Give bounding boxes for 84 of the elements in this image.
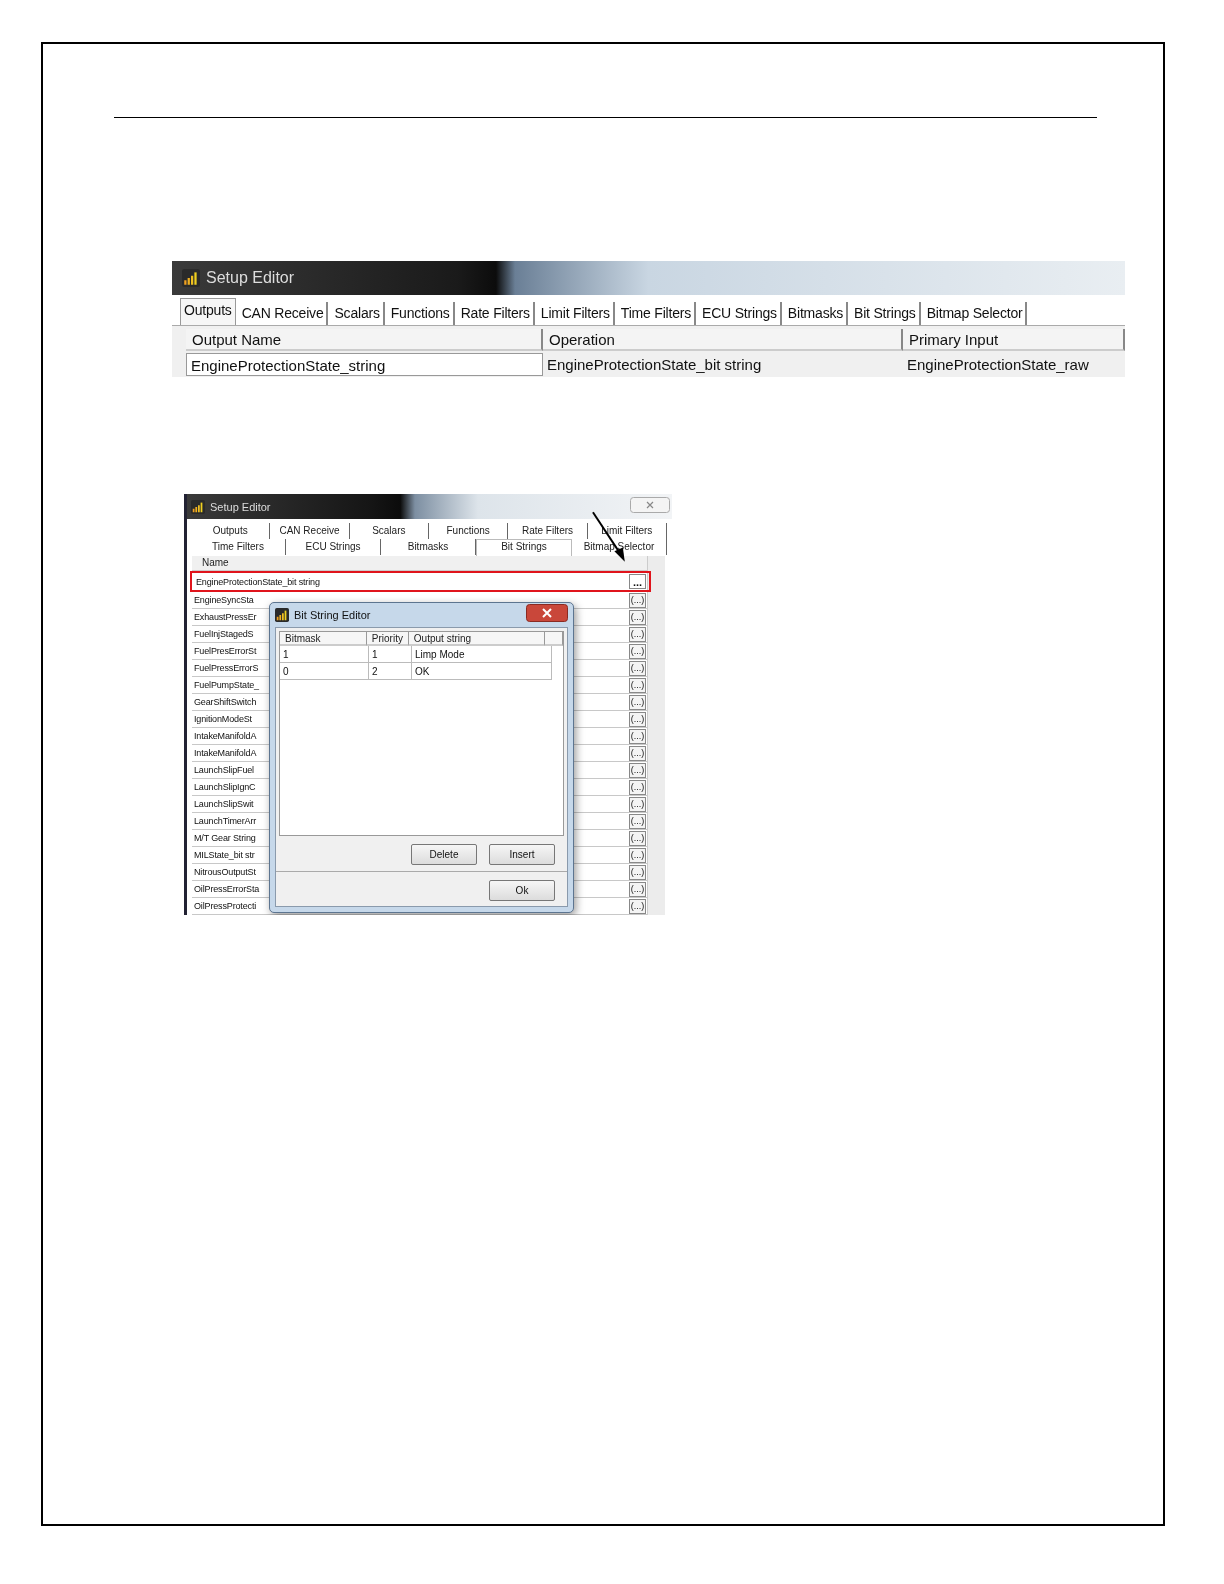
list-item[interactable]: IntakeManifoldA (192, 748, 257, 758)
tab[interactable]: Bitmasks (784, 302, 849, 325)
edit-button[interactable]: (...) (629, 745, 646, 761)
bar-chart-icon (182, 269, 200, 287)
edit-button[interactable]: (...) (629, 694, 646, 710)
list-item[interactable]: FuelPresErrorSt (192, 646, 257, 656)
column-header: Operation (543, 329, 903, 351)
edit-button[interactable]: (...) (629, 677, 646, 693)
close-icon[interactable] (526, 604, 568, 622)
column-header: Priority (366, 632, 409, 646)
edit-button[interactable]: (...) (629, 762, 646, 778)
list-item[interactable]: M/T Gear String (192, 833, 256, 843)
edit-button[interactable]: (...) (629, 898, 646, 914)
tab[interactable]: Scalars (349, 523, 429, 539)
list-item[interactable]: ExhaustPressEr (192, 612, 257, 622)
edit-button[interactable]: (...) (629, 643, 646, 659)
table-cell: 2 (369, 663, 412, 680)
tab[interactable]: ECU Strings (699, 302, 782, 325)
list-item[interactable]: OilPressProtecti (192, 901, 257, 911)
list-item[interactable]: LaunchSlipIgnC (192, 782, 256, 792)
tab[interactable]: Outputs (191, 523, 271, 539)
tab[interactable]: Time Filters (191, 539, 286, 555)
edit-button[interactable]: (...) (629, 728, 646, 744)
list-item[interactable]: IntakeManifoldA (192, 731, 257, 741)
insert-button[interactable]: Insert (489, 844, 555, 865)
edit-button[interactable]: (...) (629, 711, 646, 727)
list-item[interactable]: MILState_bit str (192, 850, 255, 860)
column-header: Output string (408, 632, 546, 646)
window-title: Setup Editor (206, 269, 295, 287)
list-item[interactable]: NitrousOutputSt (192, 867, 256, 877)
edit-button[interactable]: (...) (629, 609, 646, 625)
column-header: Output Name (186, 329, 543, 351)
list-item[interactable]: EngineSyncSta (192, 595, 254, 605)
tab[interactable]: Bitmap Selector (923, 302, 1028, 325)
list-item[interactable]: GearShiftSwitch (192, 697, 257, 707)
table-cell: 1 (369, 646, 412, 663)
tab[interactable]: Scalars (331, 302, 385, 325)
list-item[interactable]: FuelPumpState_ (192, 680, 259, 690)
column-header: Bitmask (280, 632, 367, 646)
scrollbar[interactable] (647, 556, 665, 915)
table-cell-text: EngineProtectionState_raw (906, 355, 1090, 375)
column-header: Primary Input (903, 329, 1125, 351)
tab[interactable]: Time Filters (617, 302, 697, 325)
edit-button[interactable]: (...) (629, 779, 646, 795)
table-cell: 0 (280, 663, 369, 680)
tab[interactable]: Rate Filters (457, 302, 535, 325)
dialog-title: Bit String Editor (294, 609, 371, 621)
table-cell-text: EngineProtectionState_bit string (546, 355, 763, 375)
list-item[interactable]: IgnitionModeSt (192, 714, 252, 724)
list-item[interactable]: LaunchSlipFuel (192, 765, 254, 775)
tab[interactable]: CAN Receive (238, 302, 329, 325)
tab[interactable]: Functions (387, 302, 455, 325)
list-item[interactable]: FuelPressErrorS (192, 663, 259, 673)
list-item[interactable]: LaunchTimerArr (192, 816, 257, 826)
bar-chart-icon (275, 608, 289, 622)
edit-button[interactable]: (...) (629, 626, 646, 642)
list-item[interactable]: OilPressErrorSta (192, 884, 260, 894)
tab[interactable]: ECU Strings (286, 539, 381, 555)
tab[interactable]: Outputs (180, 298, 236, 325)
tab[interactable]: Bit Strings (476, 539, 572, 556)
list-item[interactable]: EngineProtectionState_bit string (194, 576, 320, 587)
edit-button[interactable]: (...) (629, 830, 646, 846)
bar-chart-icon (191, 499, 205, 514)
list-item[interactable]: LaunchSlipSwit (192, 799, 254, 809)
edit-button[interactable]: (...) (629, 796, 646, 812)
edit-button[interactable]: (...) (629, 864, 646, 880)
edit-button[interactable]: (...) (629, 881, 646, 897)
tab[interactable]: Limit Filters (537, 302, 615, 325)
table-cell: EngineProtectionState_string (186, 353, 543, 376)
table-cell: 1 (280, 646, 369, 663)
ok-button[interactable]: Ok (489, 880, 555, 901)
edit-button[interactable]: (...) (629, 847, 646, 863)
table-cell: OK (412, 663, 552, 680)
list-item[interactable]: FuelInjStagedS (192, 629, 254, 639)
tab[interactable]: CAN Receive (270, 523, 350, 539)
table-cell: Limp Mode (412, 646, 552, 663)
window-title: Setup Editor (210, 500, 271, 513)
edit-button[interactable]: (...) (629, 592, 646, 608)
delete-button[interactable]: Delete (411, 844, 477, 865)
edit-button[interactable]: (...) (629, 660, 646, 676)
tab[interactable]: Bit Strings (851, 302, 921, 325)
column-header: Name (192, 556, 647, 571)
edit-button[interactable]: (...) (629, 813, 646, 829)
edit-button[interactable]: ... (629, 574, 646, 589)
